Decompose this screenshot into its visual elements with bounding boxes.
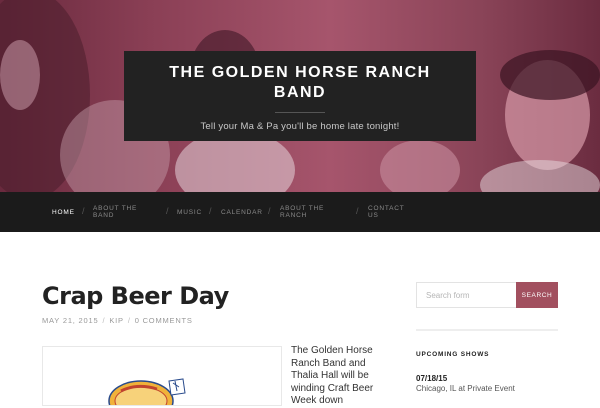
header-photo-figure — [480, 160, 600, 192]
nav-item-label: BAND — [93, 212, 115, 219]
site-header: THE GOLDEN HORSE RANCH BAND Tell your Ma… — [0, 0, 600, 192]
thalia-hall-logo-image — [108, 378, 186, 405]
site-title-line1[interactable]: THE GOLDEN HORSE RANCH — [124, 63, 476, 83]
nav-item-label: ABOUT THE — [93, 205, 138, 212]
post-author[interactable]: KIP — [109, 316, 124, 325]
show-date[interactable]: 07/18/15 — [416, 374, 447, 383]
title-divider — [275, 112, 325, 113]
nav-item-contact-us[interactable]: CONTACT US — [368, 192, 405, 232]
meta-separator: / — [102, 316, 106, 325]
post-date[interactable]: MAY 21, 2015 — [42, 316, 98, 325]
meta-separator: / — [127, 316, 131, 325]
main-navigation: HOME / ABOUT THE BAND / MUSIC / CALENDAR … — [0, 192, 600, 232]
search-input[interactable] — [416, 282, 516, 308]
post-excerpt: The Golden Horse Ranch Band and Thalia H… — [291, 345, 374, 406]
site-branding: THE GOLDEN HORSE RANCH BAND Tell your Ma… — [124, 51, 476, 141]
nav-item-about-the-band[interactable]: ABOUT THE BAND — [93, 192, 137, 232]
site-title[interactable]: THE GOLDEN HORSE RANCH BAND — [124, 63, 476, 103]
nav-item-label: RANCH — [280, 212, 308, 219]
nav-separator: / — [356, 206, 359, 216]
show-description: Chicago, IL at Private Event — [416, 384, 515, 393]
nav-separator: / — [82, 206, 85, 216]
site-title-line2[interactable]: BAND — [124, 83, 476, 103]
site-tagline: Tell your Ma & Pa you'll be home late to… — [200, 121, 400, 132]
search-button[interactable]: SEARCH — [516, 282, 558, 308]
nav-item-home[interactable]: HOME — [52, 192, 75, 232]
post-title[interactable]: Crap Beer Day — [42, 282, 229, 310]
nav-item-calendar[interactable]: CALENDAR — [221, 192, 263, 232]
nav-item-label: CONTACT — [368, 205, 405, 212]
post-meta: MAY 21, 2015 /KIP/ 0 COMMENTS — [42, 316, 193, 325]
post-featured-image[interactable] — [42, 346, 282, 406]
nav-separator: / — [209, 206, 212, 216]
main-content: Crap Beer Day MAY 21, 2015 /KIP/ 0 COMMENT… — [0, 232, 600, 406]
nav-item-about-the-ranch[interactable]: ABOUT THE RANCH — [280, 192, 324, 232]
header-photo-figure — [380, 140, 460, 192]
nav-item-label: US — [368, 212, 379, 219]
header-photo-figure — [0, 40, 40, 110]
upcoming-shows-heading: UPCOMING SHOWS — [416, 351, 490, 358]
nav-item-label: ABOUT THE — [280, 205, 325, 212]
nav-separator: / — [166, 206, 169, 216]
header-photo-figure — [500, 50, 600, 100]
nav-item-music[interactable]: MUSIC — [177, 192, 202, 232]
nav-separator: / — [268, 206, 271, 216]
sidebar-divider — [416, 329, 558, 331]
post-comments-link[interactable]: 0 COMMENTS — [135, 316, 193, 325]
